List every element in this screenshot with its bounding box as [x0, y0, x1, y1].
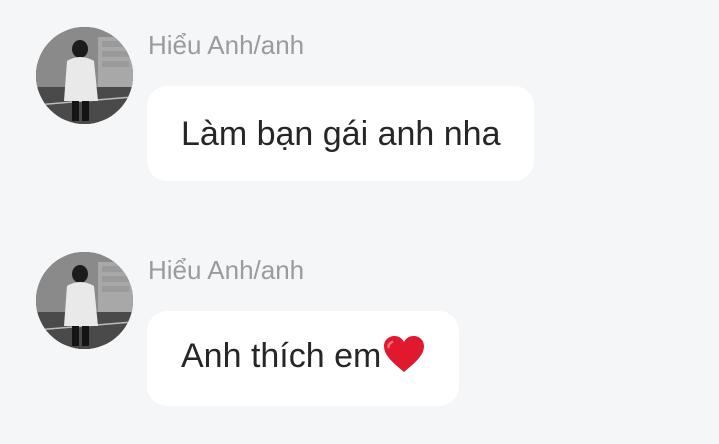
- message-text: Làm bạn gái anh nha: [181, 114, 501, 153]
- avatar-photo: [36, 252, 133, 349]
- avatar[interactable]: [36, 252, 133, 349]
- message-bubble[interactable]: Anh thích em: [147, 311, 460, 406]
- sender-name: Hiểu Anh/anh: [148, 30, 305, 60]
- chat-thread: Hiểu Anh/anh Làm bạn gái anh nha Hiểu An…: [0, 0, 719, 444]
- message-text-content: Anh thích em: [181, 337, 382, 375]
- avatar-photo: [36, 27, 133, 124]
- message-text: Anh thích em: [181, 335, 425, 382]
- sender-name: Hiểu Anh/anh: [148, 255, 305, 285]
- heart-icon: [383, 335, 425, 382]
- message-bubble[interactable]: Làm bạn gái anh nha: [147, 86, 535, 181]
- avatar[interactable]: [36, 27, 133, 124]
